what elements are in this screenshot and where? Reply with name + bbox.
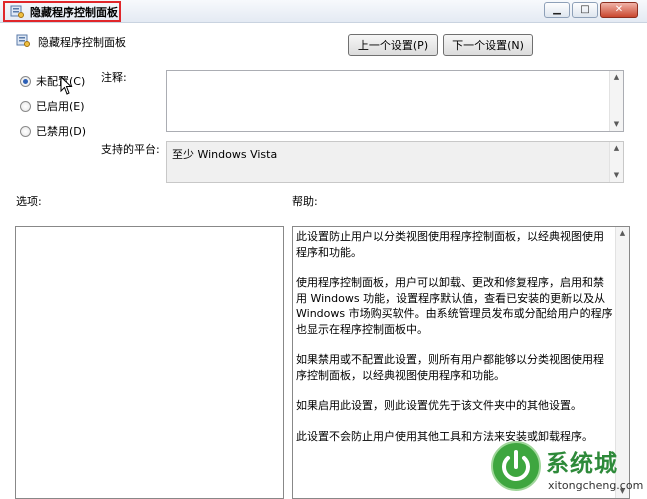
radio-button-checked[interactable]	[20, 75, 31, 87]
power-logo-icon	[491, 441, 541, 491]
scroll-up-arrow-icon[interactable]: ▲	[610, 71, 623, 84]
comment-textarea[interactable]: ▲ ▼	[166, 70, 624, 132]
scroll-up-arrow-icon[interactable]: ▲	[616, 227, 629, 240]
comment-scrollbar[interactable]: ▲ ▼	[609, 71, 623, 131]
mouse-pointer-icon	[60, 76, 73, 95]
help-paragraph: 如果启用此设置，则此设置优先于该文件夹中的其他设置。	[296, 399, 582, 412]
title-highlight-box	[3, 1, 121, 22]
radio-button[interactable]	[20, 125, 31, 137]
help-paragraph: 此设置防止用户以分类视图使用程序控制面板，以经典视图使用程序和功能。	[296, 230, 604, 259]
supported-platform-value: 至少 Windows Vista	[172, 148, 278, 161]
site-watermark: 系统城 xitongcheng.com	[482, 440, 647, 499]
previous-setting-button[interactable]: 上一个设置(P)	[348, 34, 438, 56]
minimize-button[interactable]: ▁	[544, 2, 570, 18]
close-button[interactable]: ✕	[600, 2, 638, 18]
radio-enabled[interactable]: 已启用(E)	[20, 98, 85, 114]
comment-label: 注释:	[101, 71, 127, 84]
policy-setting-icon	[16, 34, 30, 47]
options-panel[interactable]	[15, 226, 284, 499]
supported-platform-label: 支持的平台:	[101, 143, 160, 156]
radio-button[interactable]	[20, 100, 31, 112]
setting-title: 隐藏程序控制面板	[38, 36, 126, 49]
maximize-button[interactable]: □	[572, 2, 598, 18]
watermark-text: 系统城	[546, 451, 618, 477]
next-setting-button[interactable]: 下一个设置(N)	[443, 34, 533, 56]
radio-label: 已禁用(D)	[36, 125, 87, 138]
scroll-up-arrow-icon[interactable]: ▲	[610, 142, 623, 155]
help-paragraph: 如果禁用或不配置此设置，则所有用户都能够以分类视图使用程序控制面板，以经典视图使…	[296, 353, 604, 382]
help-label: 帮助:	[292, 195, 318, 208]
scroll-down-arrow-icon[interactable]: ▼	[610, 169, 623, 182]
radio-not-configured[interactable]: 未配置(C)	[20, 73, 85, 89]
scroll-down-arrow-icon[interactable]: ▼	[610, 118, 623, 131]
help-text: 此设置防止用户以分类视图使用程序控制面板，以经典视图使用程序和功能。 使用程序控…	[296, 229, 614, 459]
radio-label: 已启用(E)	[36, 100, 85, 113]
platform-scrollbar[interactable]: ▲ ▼	[609, 142, 623, 182]
supported-platform-box: 至少 Windows Vista ▲ ▼	[166, 141, 624, 183]
watermark-url: xitongcheng.com	[548, 479, 644, 492]
radio-disabled[interactable]: 已禁用(D)	[20, 123, 86, 139]
options-label: 选项:	[16, 195, 42, 208]
help-paragraph: 使用程序控制面板，用户可以卸载、更改和修复程序，启用和禁用 Windows 功能…	[296, 276, 613, 336]
